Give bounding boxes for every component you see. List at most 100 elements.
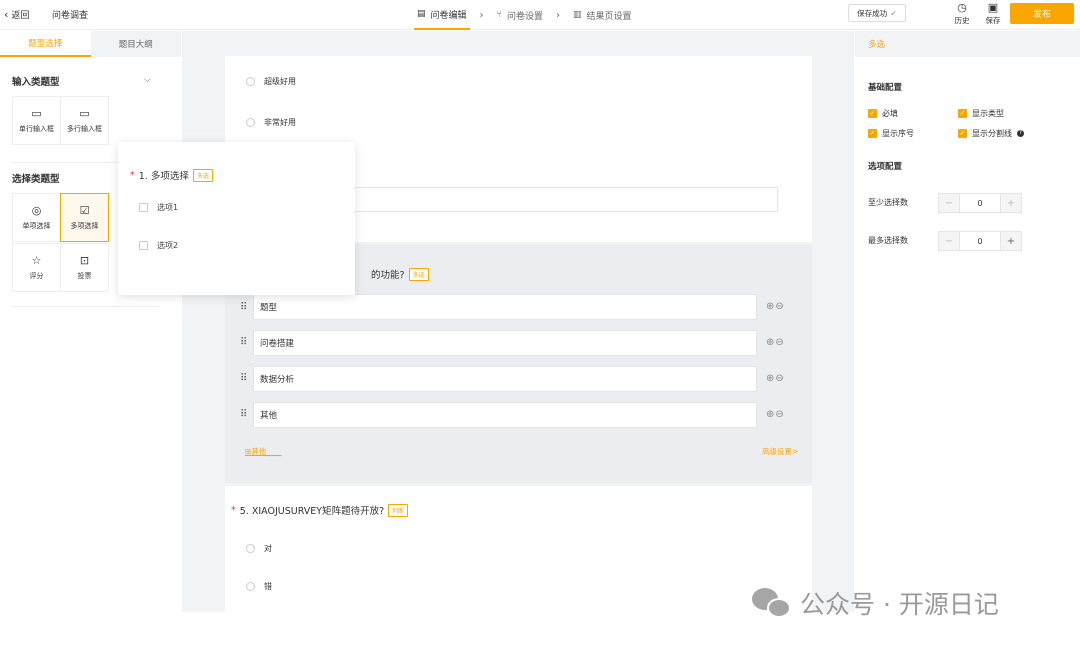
right-panel-header: 多选 — [855, 31, 1080, 57]
checkbox-label: 必填 — [882, 109, 898, 118]
watermark: 公众号 · 开源日记 — [752, 585, 999, 621]
check-icon: ✓ — [890, 8, 897, 18]
question-type-tag: 多选 — [192, 168, 213, 182]
plus-icon[interactable]: + — [1001, 194, 1021, 212]
option-row[interactable]: 错 — [246, 581, 272, 592]
drag-handle-icon[interactable]: ⠿ — [240, 302, 247, 313]
help-icon[interactable]: ? — [1017, 130, 1024, 137]
tab-question-types[interactable]: 题型选择 — [0, 31, 91, 57]
textarea-icon: ▭ — [79, 106, 90, 120]
back-label: 返回 — [11, 11, 30, 21]
popup-title: * 1. 多项选择 多选 — [130, 168, 213, 182]
popup-option-label: 选项1 — [157, 203, 179, 212]
option-input[interactable]: 数据分析 — [253, 366, 757, 392]
drag-handle-icon[interactable]: ⠿ — [240, 373, 247, 384]
min-select-label: 至少选择数 — [868, 198, 908, 207]
question-4-title-text: 的功能? — [371, 270, 405, 281]
min-select-value[interactable]: 0 — [959, 194, 1001, 212]
top-bar: ‹ 返回 问卷调查 ▤ 问卷编辑 › ⑂ 问卷设置 › ▥ 结果页设置 保存成功… — [0, 0, 1080, 30]
chevron-down-icon[interactable]: ⌵ — [144, 75, 151, 85]
star-icon: ☆ — [31, 253, 42, 267]
history-button[interactable]: ◷ 历史 — [951, 1, 973, 26]
settings-icon: ⑂ — [496, 10, 502, 20]
required-mark: * — [130, 169, 135, 181]
choice-section-title: 选择类题型 — [12, 174, 60, 185]
save-button[interactable]: ▣ 保存 — [982, 1, 1004, 26]
max-select-value[interactable]: 0 — [959, 232, 1001, 250]
question-5-title[interactable]: * 5. XIAOJUSURVEY矩阵题待开放? 判断 — [231, 503, 409, 517]
option-input[interactable]: 问卷搭建 — [253, 330, 757, 356]
history-label: 历史 — [954, 16, 970, 25]
option-label: 错 — [264, 582, 272, 591]
type-label: 多行输入框 — [67, 124, 102, 133]
option-row[interactable]: 对 — [246, 543, 272, 554]
step-result-label: 结果页设置 — [586, 11, 632, 22]
save-label: 保存 — [985, 16, 1001, 25]
type-single-line-input[interactable]: ▭ 单行输入框 — [12, 96, 61, 145]
type-multi-choice[interactable]: ☑ 多项选择 — [60, 193, 109, 242]
popup-title-text: 1. 多项选择 — [138, 171, 189, 182]
add-remove-option-icon[interactable]: ⊕⊖ — [766, 337, 785, 348]
checked-icon: ✓ — [958, 109, 967, 118]
question-4-title[interactable]: 的功能? 多选 — [371, 267, 429, 281]
required-checkbox[interactable]: ✓ 必填 — [868, 108, 898, 119]
document-icon: ▥ — [572, 10, 582, 20]
option-label: 超级好用 — [264, 77, 296, 86]
edit-icon: ▤ — [417, 9, 426, 19]
add-remove-option-icon[interactable]: ⊕⊖ — [766, 409, 785, 420]
save-icon: ▣ — [987, 1, 999, 14]
add-remove-option-icon[interactable]: ⊕⊖ — [766, 301, 785, 312]
show-divider-checkbox[interactable]: ✓ 显示分割线 ? — [958, 128, 1024, 139]
step-settings-label: 问卷设置 — [506, 11, 543, 22]
type-label: 多项选择 — [70, 221, 99, 230]
input-section-title: 输入类题型 — [12, 77, 60, 88]
checked-icon: ✓ — [868, 129, 877, 138]
popup-option-label: 选项2 — [157, 241, 179, 250]
type-rating[interactable]: ☆ 评分 — [12, 243, 61, 292]
question-type-tag: 判断 — [388, 503, 409, 517]
save-status-badge: 保存成功 ✓ — [848, 4, 906, 22]
popup-option: 选项1 — [139, 202, 178, 213]
drag-handle-icon[interactable]: ⠿ — [240, 409, 247, 420]
min-select-stepper[interactable]: − 0 + — [938, 193, 1022, 213]
radio-icon — [246, 118, 255, 127]
publish-button[interactable]: 发布 — [1010, 3, 1074, 24]
max-select-stepper[interactable]: − 0 + — [938, 231, 1022, 251]
radio-icon — [246, 582, 255, 591]
type-multi-line-input[interactable]: ▭ 多行输入框 — [60, 96, 109, 145]
type-label: 单项选择 — [22, 221, 51, 230]
popup-option: 选项2 — [139, 240, 178, 251]
clock-icon: ◷ — [957, 1, 967, 14]
add-remove-option-icon[interactable]: ⊕⊖ — [766, 373, 785, 384]
step-edit[interactable]: ▤ 问卷编辑 — [414, 0, 470, 30]
minus-icon[interactable]: − — [939, 232, 959, 250]
show-index-checkbox[interactable]: ✓ 显示序号 — [868, 128, 914, 139]
option-input[interactable]: 其他 — [253, 402, 757, 428]
type-label: 投票 — [77, 271, 92, 280]
add-other-link[interactable]: ⊞其他____ — [245, 446, 281, 457]
show-type-checkbox[interactable]: ✓ 显示类型 — [958, 108, 1004, 119]
back-button[interactable]: ‹ 返回 — [4, 8, 30, 22]
drag-handle-icon[interactable]: ⠿ — [240, 337, 247, 348]
max-select-label: 最多选择数 — [868, 236, 908, 245]
option-input[interactable]: 题型 — [253, 294, 757, 320]
type-label: 单行输入框 — [19, 124, 54, 133]
advanced-settings-link[interactable]: 高级设置> — [762, 446, 798, 457]
divider — [12, 306, 159, 307]
checkbox-icon — [139, 203, 148, 212]
checked-icon: ✓ — [958, 129, 967, 138]
tab-outline[interactable]: 题目大纲 — [90, 31, 181, 57]
type-single-choice[interactable]: ◎ 单项选择 — [12, 193, 61, 242]
left-tabs: 题型选择 题目大纲 — [0, 31, 181, 57]
option-row: 非常好用 — [246, 117, 296, 128]
step-settings[interactable]: ⑂ 问卷设置 — [494, 0, 546, 30]
page-title: 问卷调查 — [52, 11, 89, 21]
type-label: 评分 — [29, 271, 44, 280]
minus-icon[interactable]: − — [939, 194, 959, 212]
right-panel — [855, 57, 1080, 646]
plus-icon[interactable]: + — [1001, 232, 1021, 250]
add-other-label: 其他____ — [251, 447, 282, 456]
step-result[interactable]: ▥ 结果页设置 — [570, 0, 635, 30]
type-vote[interactable]: ⊡ 投票 — [60, 243, 109, 292]
checked-icon: ✓ — [868, 109, 877, 118]
